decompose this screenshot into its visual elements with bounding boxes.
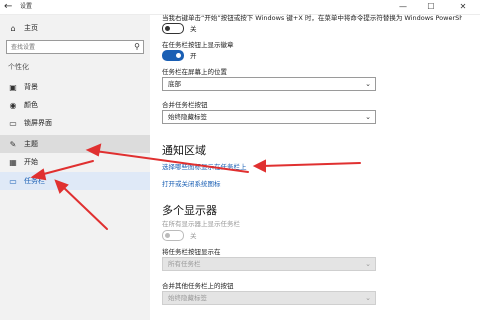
show-buttons-dropdown[interactable]: 所有任务栏 ⌄ — [162, 257, 376, 271]
sidebar: ⌂ 主页 ⚲ 个性化 ▣ 背景 ◉ 颜色 ▭ 锁屏界面 ✎ 主题 ▦ 开始 ▭ — [0, 15, 150, 320]
main-content: 当我右键单击“开始”按钮或按下 Windows 键+X 时，在菜单中将命令提示符… — [150, 14, 480, 320]
search-icon[interactable]: ⚲ — [134, 41, 140, 53]
dropdown-value: 所有任务栏 — [168, 260, 201, 268]
sidebar-item-start[interactable]: ▦ 开始 — [0, 153, 150, 171]
search-input[interactable] — [7, 41, 121, 53]
show-buttons-label: 将任务栏按钮显示在 — [162, 248, 221, 256]
combine-dropdown[interactable]: 始终隐藏标签 ⌄ — [162, 110, 376, 124]
sidebar-item-colors[interactable]: ◉ 颜色 — [0, 96, 150, 114]
select-taskbar-icons-link[interactable]: 选择哪些图标显示在任务栏上 — [162, 161, 247, 171]
sidebar-item-label: 背景 — [24, 83, 38, 91]
settings-window: ← 设置 — ☐ ✕ ⌂ 主页 ⚲ 个性化 ▣ 背景 ◉ 颜色 ▭ 锁屏界面 ✎… — [0, 0, 480, 320]
sidebar-item-label: 任务栏 — [24, 177, 45, 185]
toggle-knob — [165, 233, 170, 238]
back-arrow-icon[interactable]: ← — [4, 1, 12, 13]
palette-icon: ◉ — [9, 100, 17, 110]
combine-label: 合并任务栏按钮 — [162, 101, 208, 109]
dropdown-value: 始终隐藏标签 — [168, 113, 207, 121]
window-title: 设置 — [20, 3, 33, 10]
badge-toggle[interactable] — [162, 50, 184, 61]
chevron-down-icon: ⌄ — [365, 80, 371, 88]
all-displays-toggle[interactable] — [162, 230, 184, 241]
toggle-knob — [165, 26, 170, 31]
notification-area-heading: 通知区域 — [162, 144, 206, 157]
dropdown-value: 始终隐藏标签 — [168, 294, 207, 302]
start-icon: ▦ — [9, 157, 17, 167]
combine-other-label: 合并其他任务栏上的按钮 — [162, 282, 234, 290]
show-on-all-displays-label: 在所有显示器上显示任务栏 — [162, 220, 240, 228]
taskbar-icon: ▭ — [9, 176, 17, 186]
position-label: 任务栏在屏幕上的位置 — [162, 68, 227, 76]
toggle-state-label: 开 — [190, 52, 197, 60]
sidebar-item-label: 主题 — [24, 140, 38, 148]
home-icon: ⌂ — [10, 23, 16, 33]
chevron-down-icon: ⌄ — [365, 294, 371, 302]
powershell-option-label: 当我右键单击“开始”按钮或按下 Windows 键+X 时，在菜单中将命令提示符… — [162, 14, 462, 22]
picture-icon: ▣ — [9, 82, 17, 92]
sidebar-item-label: 主页 — [24, 24, 38, 32]
section-heading: 个性化 — [8, 63, 29, 71]
sidebar-item-themes[interactable]: ✎ 主题 — [0, 135, 150, 153]
badge-option-label: 在任务栏按钮上显示徽章 — [162, 41, 234, 49]
system-icons-link[interactable]: 打开或关闭系统图标 — [162, 178, 221, 188]
combine-other-dropdown[interactable]: 始终隐藏标签 ⌄ — [162, 291, 376, 305]
sidebar-item-label: 颜色 — [24, 101, 38, 109]
chevron-down-icon: ⌄ — [365, 260, 371, 268]
toggle-knob — [176, 53, 181, 58]
position-dropdown[interactable]: 底部 ⌄ — [162, 77, 376, 91]
lock-screen-icon: ▭ — [9, 118, 17, 128]
toggle-state-label: 关 — [190, 232, 197, 240]
multiple-displays-heading: 多个显示器 — [162, 204, 217, 217]
theme-icon: ✎ — [9, 139, 17, 149]
chevron-down-icon: ⌄ — [365, 113, 371, 121]
sidebar-item-home[interactable]: ⌂ 主页 — [0, 19, 150, 37]
sidebar-item-lock-screen[interactable]: ▭ 锁屏界面 — [0, 114, 150, 132]
dropdown-value: 底部 — [168, 80, 181, 88]
toggle-state-label: 关 — [190, 25, 197, 33]
search-box[interactable]: ⚲ — [6, 40, 144, 54]
sidebar-item-label: 锁屏界面 — [24, 119, 52, 127]
sidebar-item-background[interactable]: ▣ 背景 — [0, 78, 150, 96]
powershell-toggle[interactable] — [162, 23, 184, 34]
sidebar-item-label: 开始 — [24, 158, 38, 166]
sidebar-item-taskbar[interactable]: ▭ 任务栏 — [0, 172, 150, 190]
